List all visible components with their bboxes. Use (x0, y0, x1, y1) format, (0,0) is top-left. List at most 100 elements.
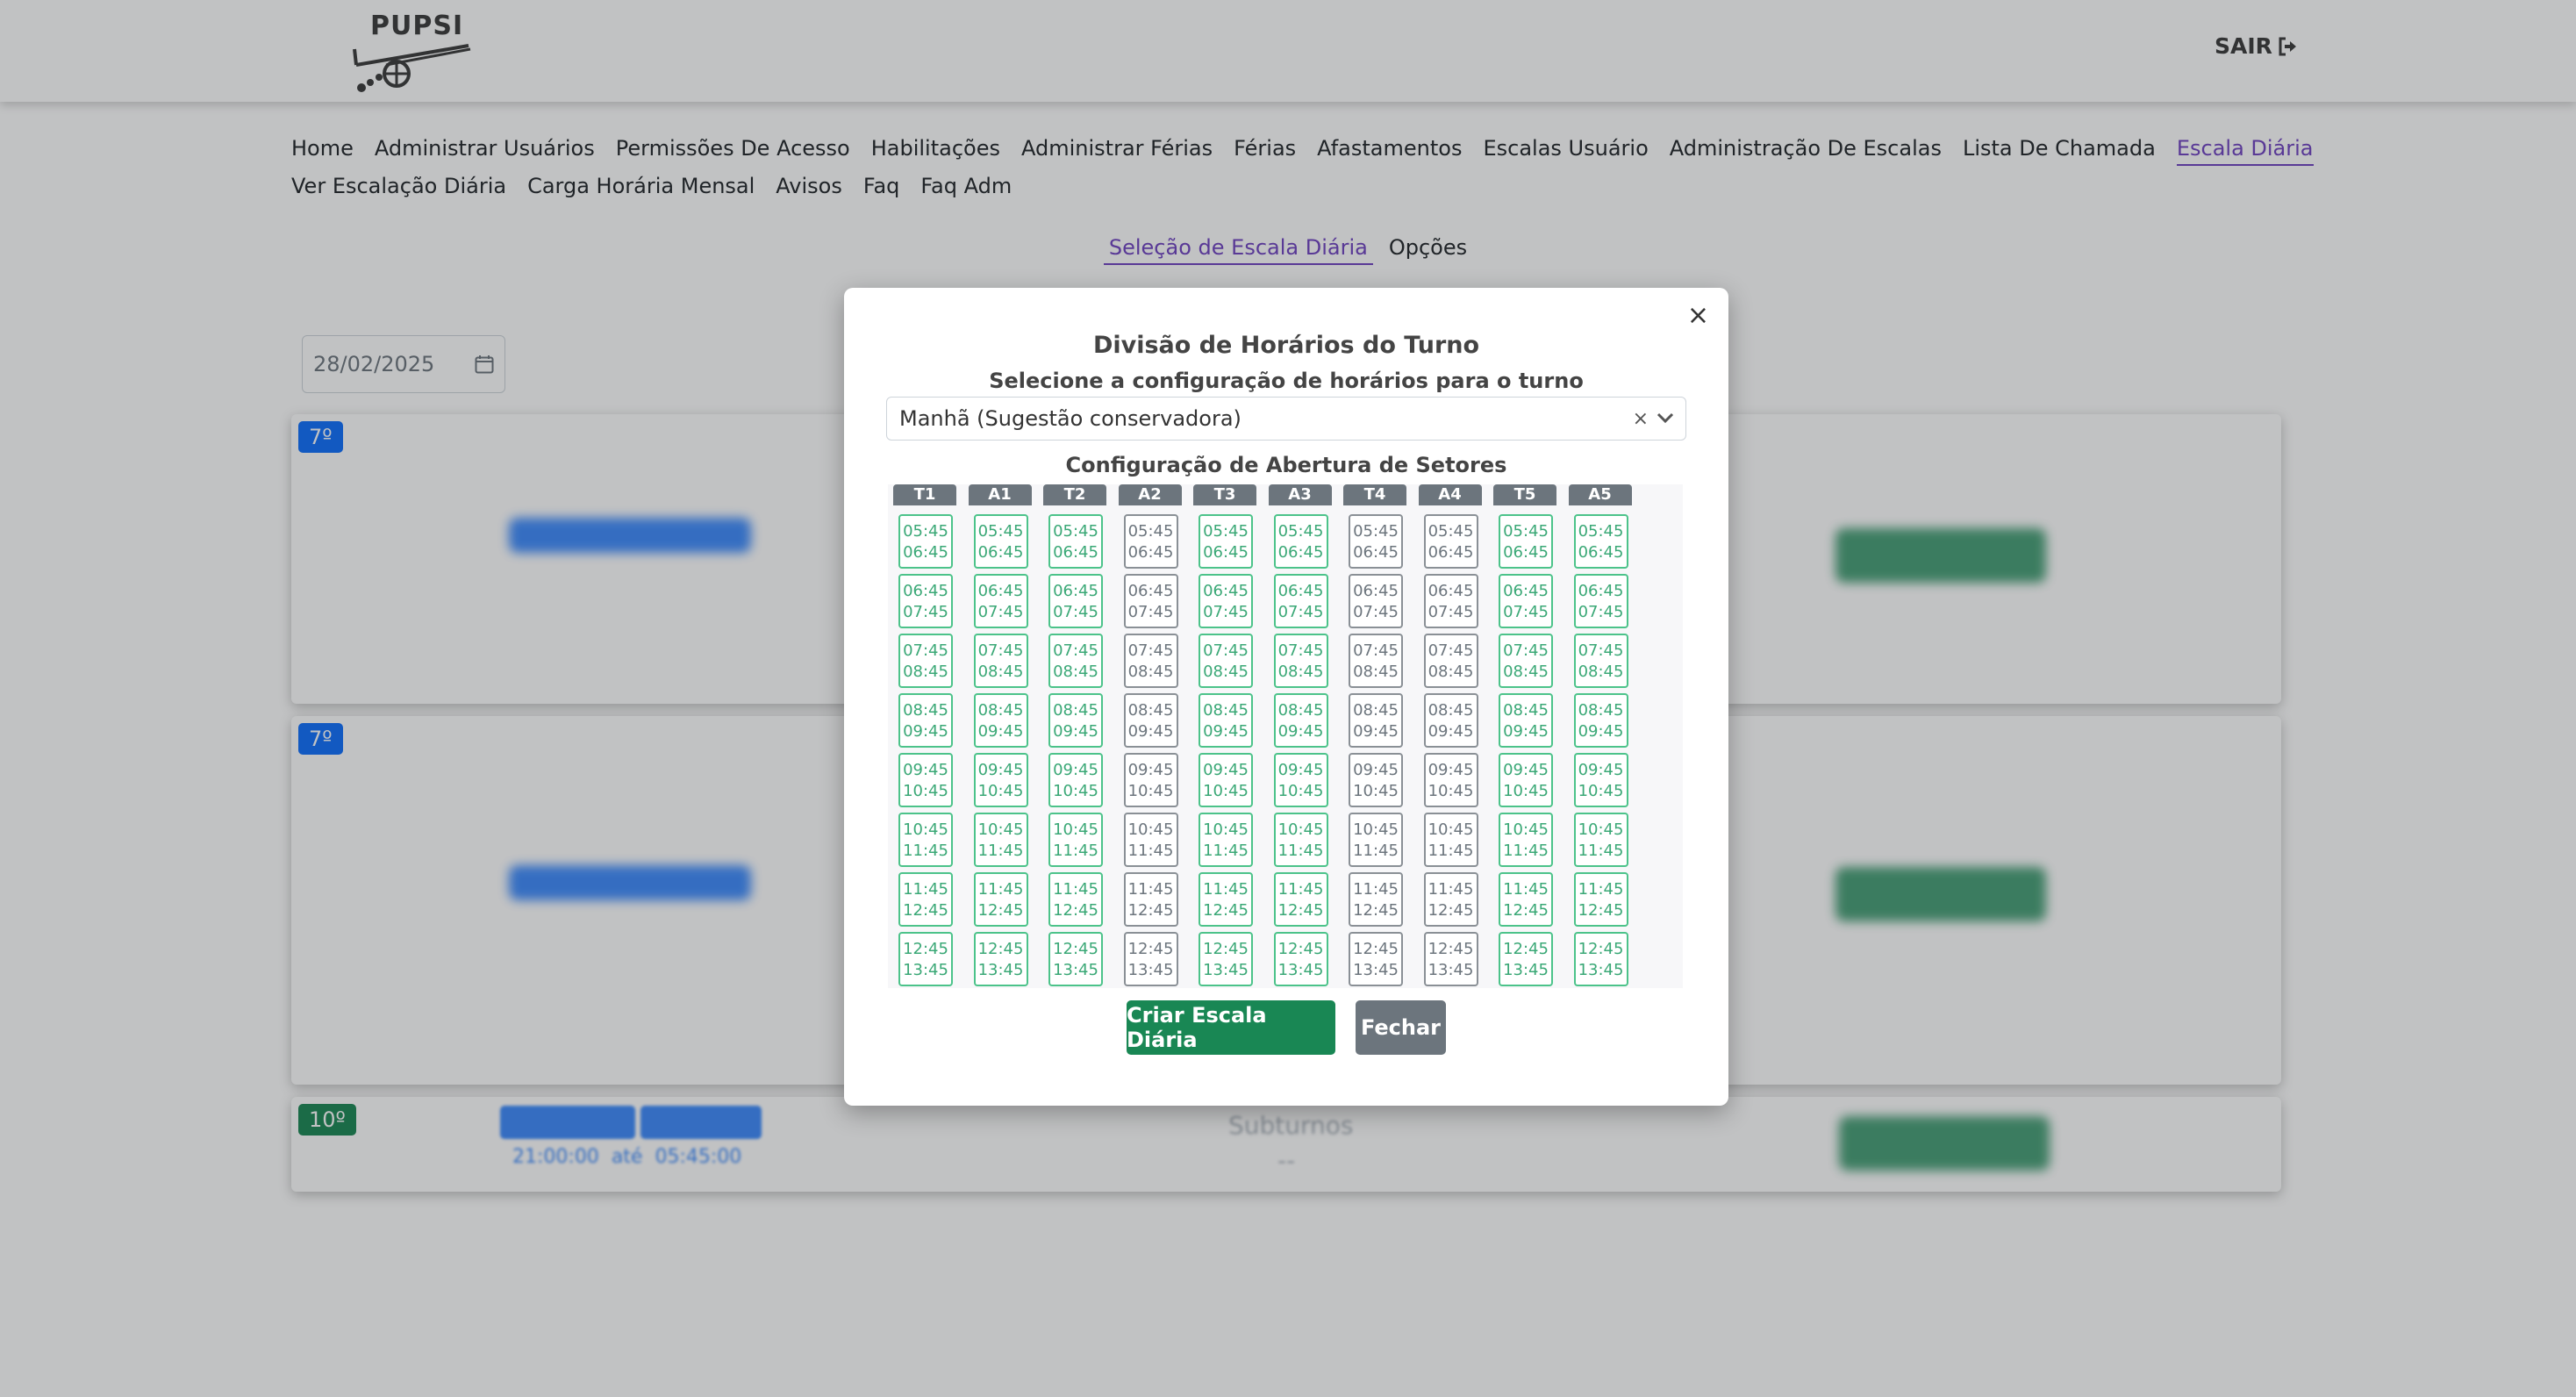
time-slot-toggle[interactable]: 10:45 11:45 (1423, 813, 1478, 867)
slot-start-time: 08:45 (1203, 701, 1249, 720)
time-slot-toggle[interactable]: 12:45 13:45 (1199, 932, 1253, 986)
slot-start-time: 07:45 (1353, 641, 1399, 660)
time-slot-toggle[interactable]: 10:45 11:45 (1349, 813, 1403, 867)
time-slot-toggle[interactable]: 11:45 12:45 (1273, 872, 1328, 927)
slot-end-time: 07:45 (1203, 603, 1249, 621)
chevron-down-icon[interactable] (1656, 408, 1675, 427)
clear-icon[interactable]: × (1633, 408, 1649, 430)
time-slot-toggle[interactable]: 07:45 08:45 (1423, 634, 1478, 688)
time-slot-toggle[interactable]: 05:45 06:45 (973, 514, 1028, 569)
time-slot-toggle[interactable]: 08:45 09:45 (973, 693, 1028, 748)
time-slot-toggle[interactable]: 12:45 13:45 (973, 932, 1028, 986)
time-slot-toggle[interactable]: 06:45 07:45 (1123, 574, 1178, 628)
time-slot-toggle[interactable]: 10:45 11:45 (973, 813, 1028, 867)
time-slot-toggle[interactable]: 08:45 09:45 (1273, 693, 1328, 748)
time-slot-toggle[interactable]: 12:45 13:45 (1423, 932, 1478, 986)
time-slot-toggle[interactable]: 11:45 12:45 (1199, 872, 1253, 927)
time-slot-toggle[interactable]: 10:45 11:45 (1199, 813, 1253, 867)
time-slot-toggle[interactable]: 12:45 13:45 (1499, 932, 1553, 986)
shift-config-select[interactable]: Manhã (Sugestão conservadora) × (886, 397, 1686, 441)
time-slot-toggle[interactable]: 05:45 06:45 (1048, 514, 1103, 569)
time-slot-toggle[interactable]: 12:45 13:45 (1048, 932, 1103, 986)
time-slot-toggle[interactable]: 09:45 10:45 (1048, 753, 1103, 807)
time-slot-toggle[interactable]: 11:45 12:45 (1123, 872, 1178, 927)
time-slot-toggle[interactable]: 08:45 09:45 (1199, 693, 1253, 748)
slot-start-time: 11:45 (1053, 880, 1098, 899)
time-slot-toggle[interactable]: 08:45 09:45 (1499, 693, 1553, 748)
slot-start-time: 07:45 (1127, 641, 1174, 660)
time-slot-toggle[interactable]: 11:45 12:45 (973, 872, 1028, 927)
time-slot-toggle[interactable]: 10:45 11:45 (1123, 813, 1178, 867)
time-slot-toggle[interactable]: 05:45 06:45 (1199, 514, 1253, 569)
time-slot-toggle[interactable]: 12:45 13:45 (1349, 932, 1403, 986)
slot-end-time: 07:45 (1578, 603, 1624, 621)
time-slot-toggle[interactable]: 09:45 10:45 (1349, 753, 1403, 807)
time-slot-toggle[interactable]: 07:45 08:45 (1273, 634, 1328, 688)
time-slot-toggle[interactable]: 05:45 06:45 (1423, 514, 1478, 569)
time-slot-toggle[interactable]: 09:45 10:45 (973, 753, 1028, 807)
slot-end-time: 11:45 (1353, 842, 1399, 860)
time-slot-toggle[interactable]: 06:45 07:45 (1423, 574, 1478, 628)
slot-end-time: 12:45 (1428, 901, 1474, 920)
time-slot-toggle[interactable]: 08:45 09:45 (1123, 693, 1178, 748)
time-slot-toggle[interactable]: 07:45 08:45 (1199, 634, 1253, 688)
time-slot-toggle[interactable]: 09:45 10:45 (1423, 753, 1478, 807)
time-slot-toggle[interactable]: 05:45 06:45 (1123, 514, 1178, 569)
close-icon[interactable]: × (1687, 300, 1709, 331)
time-slot-toggle[interactable]: 05:45 06:45 (1499, 514, 1553, 569)
time-slot-toggle[interactable]: 09:45 10:45 (1273, 753, 1328, 807)
time-slot-toggle[interactable]: 07:45 08:45 (1349, 634, 1403, 688)
time-slot-toggle[interactable]: 06:45 07:45 (1048, 574, 1103, 628)
time-slot-toggle[interactable]: 11:45 12:45 (1573, 872, 1628, 927)
time-slot-toggle[interactable]: 08:45 09:45 (1349, 693, 1403, 748)
slot-start-time: 08:45 (1503, 701, 1549, 720)
time-slot-toggle[interactable]: 05:45 06:45 (1273, 514, 1328, 569)
time-slot-toggle[interactable]: 12:45 13:45 (1273, 932, 1328, 986)
time-slot-toggle[interactable]: 06:45 07:45 (1349, 574, 1403, 628)
time-slot-toggle[interactable]: 09:45 10:45 (1123, 753, 1178, 807)
time-slot-toggle[interactable]: 10:45 11:45 (1273, 813, 1328, 867)
time-slot-toggle[interactable]: 08:45 09:45 (1048, 693, 1103, 748)
close-modal-button[interactable]: Fechar (1356, 1000, 1446, 1055)
time-slot-toggle[interactable]: 11:45 12:45 (898, 872, 953, 927)
time-slot-toggle[interactable]: 06:45 07:45 (1499, 574, 1553, 628)
time-slot-toggle[interactable]: 09:45 10:45 (1573, 753, 1628, 807)
time-slot-toggle[interactable]: 10:45 11:45 (1048, 813, 1103, 867)
time-slot-toggle[interactable]: 12:45 13:45 (898, 932, 953, 986)
create-daily-schedule-button[interactable]: Criar Escala Diária (1127, 1000, 1335, 1055)
slot-end-time: 13:45 (1127, 961, 1174, 979)
time-slot-toggle[interactable]: 06:45 07:45 (898, 574, 953, 628)
time-slot-toggle[interactable]: 07:45 08:45 (1123, 634, 1178, 688)
time-slot-toggle[interactable]: 05:45 06:45 (1349, 514, 1403, 569)
time-slot-toggle[interactable]: 06:45 07:45 (1199, 574, 1253, 628)
time-slot-toggle[interactable]: 11:45 12:45 (1349, 872, 1403, 927)
time-slot-toggle[interactable]: 08:45 09:45 (1423, 693, 1478, 748)
time-slot-toggle[interactable]: 06:45 07:45 (1573, 574, 1628, 628)
time-slot-toggle[interactable]: 11:45 12:45 (1499, 872, 1553, 927)
time-slot-toggle[interactable]: 05:45 06:45 (1573, 514, 1628, 569)
time-slot-toggle[interactable]: 12:45 13:45 (1573, 932, 1628, 986)
time-slot-toggle[interactable]: 07:45 08:45 (898, 634, 953, 688)
slot-end-time: 07:45 (903, 603, 948, 621)
time-slot-toggle[interactable]: 10:45 11:45 (1573, 813, 1628, 867)
time-slot-toggle[interactable]: 11:45 12:45 (1048, 872, 1103, 927)
slot-end-time: 08:45 (1277, 663, 1324, 681)
time-slot-toggle[interactable]: 11:45 12:45 (1423, 872, 1478, 927)
time-slot-toggle[interactable]: 10:45 11:45 (1499, 813, 1553, 867)
time-slot-toggle[interactable]: 09:45 10:45 (1499, 753, 1553, 807)
time-slot-toggle[interactable]: 07:45 08:45 (973, 634, 1028, 688)
time-slot-toggle[interactable]: 07:45 08:45 (1573, 634, 1628, 688)
time-slot-toggle[interactable]: 12:45 13:45 (1123, 932, 1178, 986)
slot-start-time: 12:45 (1127, 940, 1174, 958)
time-slot-toggle[interactable]: 08:45 09:45 (898, 693, 953, 748)
time-slot-toggle[interactable]: 09:45 10:45 (1199, 753, 1253, 807)
time-slot-toggle[interactable]: 07:45 08:45 (1048, 634, 1103, 688)
time-slot-toggle[interactable]: 09:45 10:45 (898, 753, 953, 807)
time-slot-toggle[interactable]: 10:45 11:45 (898, 813, 953, 867)
time-slot-toggle[interactable]: 06:45 07:45 (1273, 574, 1328, 628)
time-slot-toggle[interactable]: 08:45 09:45 (1573, 693, 1628, 748)
time-slot-toggle[interactable]: 06:45 07:45 (973, 574, 1028, 628)
time-slot-toggle[interactable]: 07:45 08:45 (1499, 634, 1553, 688)
slot-start-time: 07:45 (1578, 641, 1624, 660)
time-slot-toggle[interactable]: 05:45 06:45 (898, 514, 953, 569)
